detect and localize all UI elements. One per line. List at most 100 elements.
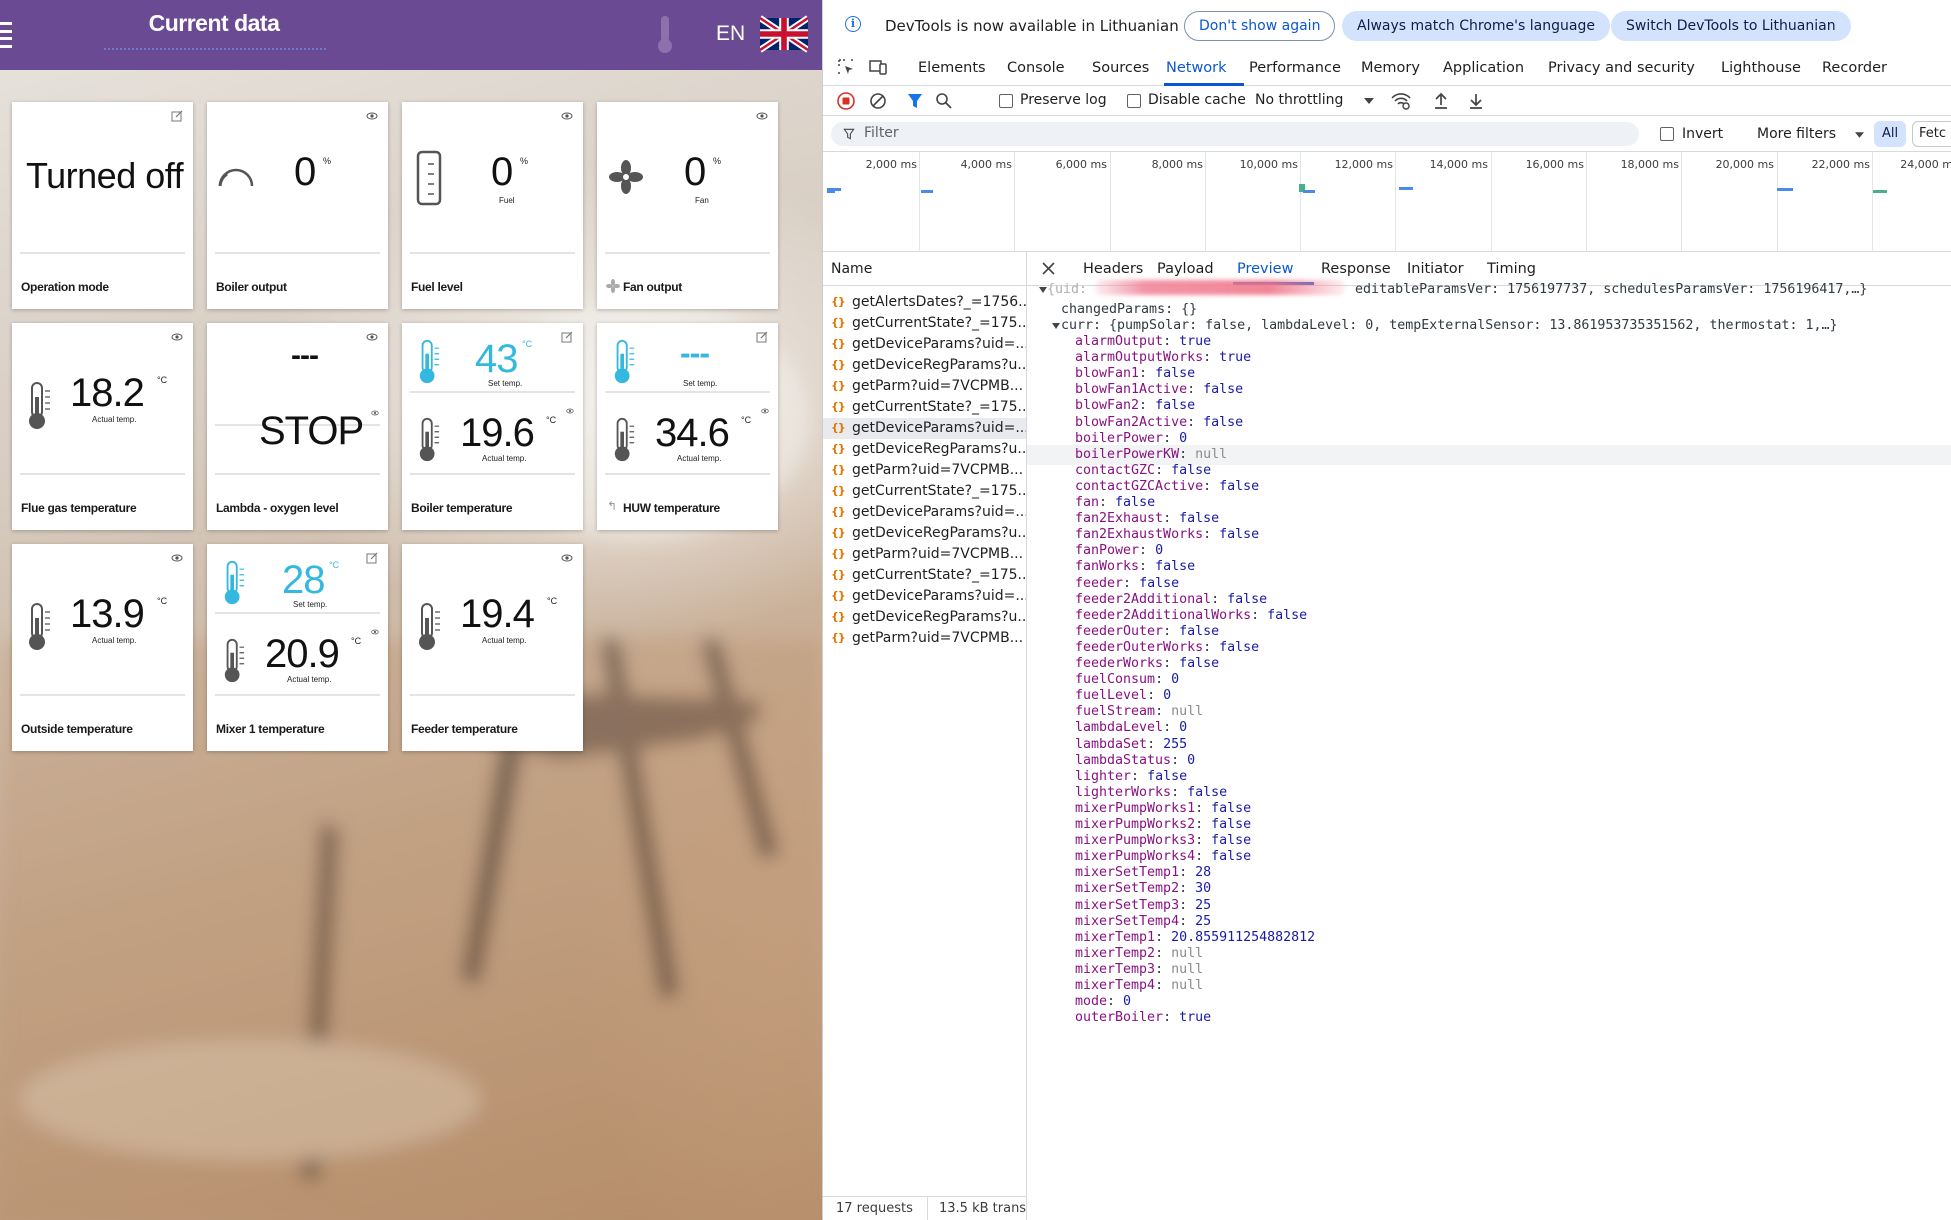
tab-network[interactable]: Network	[1166, 60, 1227, 76]
tab-payload[interactable]: Payload	[1157, 261, 1214, 277]
more-filters-dropdown[interactable]: More filters	[1757, 126, 1836, 142]
uk-flag-icon[interactable]	[760, 14, 808, 54]
request-row[interactable]: {} getCurrentState?_=175...	[823, 481, 1026, 502]
request-row[interactable]: {} getParm?uid=7VCPMB...	[823, 376, 1026, 397]
eye-icon[interactable]	[370, 628, 380, 636]
tab-application[interactable]: Application	[1443, 60, 1524, 76]
card-boiler-temperature[interactable]: 43 °C Set temp. 19.6 °C Actual temp. Boi…	[402, 323, 583, 530]
card-flue-gas-temperature[interactable]: 18.2 °C Actual temp. Flue gas temperatur…	[12, 323, 193, 530]
request-row[interactable]: {} getDeviceParams?uid=...	[823, 586, 1026, 607]
fuel-tank-icon	[416, 150, 442, 206]
eye-icon[interactable]	[760, 407, 770, 415]
eye-icon[interactable]	[366, 331, 378, 343]
tab-console[interactable]: Console	[1007, 60, 1065, 76]
edit-icon[interactable]	[561, 331, 573, 343]
tab-performance[interactable]: Performance	[1249, 60, 1341, 76]
network-conditions-icon[interactable]	[1391, 92, 1411, 110]
filter-all-button[interactable]: All	[1874, 121, 1906, 147]
expand-caret-icon[interactable]	[1039, 287, 1047, 293]
eye-icon[interactable]	[171, 552, 183, 564]
disable-cache-checkbox[interactable]	[1127, 94, 1141, 108]
name-column-header[interactable]: Name	[823, 252, 1027, 286]
property-key: mixerSetTemp2	[1075, 881, 1180, 897]
card-outside-temperature[interactable]: 13.9 °C Actual temp. Outside temperature	[12, 544, 193, 751]
card-operation-mode[interactable]: Turned off Operation mode	[12, 102, 193, 309]
request-row[interactable]: {} getDeviceRegParams?u...	[823, 355, 1026, 376]
tab-headers[interactable]: Headers	[1083, 261, 1143, 277]
switch-devtools-language-button[interactable]: Switch DevTools to Lithuanian	[1611, 11, 1851, 41]
inspect-element-icon[interactable]	[837, 58, 855, 76]
tab-timing[interactable]: Timing	[1487, 261, 1536, 277]
request-row[interactable]: {} getCurrentState?_=175...	[823, 565, 1026, 586]
chevron-down-icon[interactable]	[1364, 98, 1374, 104]
filter-input[interactable]: Filter	[831, 122, 1639, 146]
unit-label: %	[520, 156, 529, 166]
dont-show-again-button[interactable]: Don't show again	[1184, 11, 1336, 41]
edit-icon[interactable]	[366, 552, 378, 564]
tab-recorder[interactable]: Recorder	[1822, 60, 1887, 76]
filter-funnel-icon[interactable]	[907, 92, 923, 110]
request-row[interactable]: {} getCurrentState?_=175...	[823, 313, 1026, 334]
property-value: false	[1219, 639, 1260, 655]
request-row[interactable]: {} getParm?uid=7VCPMB...	[823, 544, 1026, 565]
eye-icon[interactable]	[171, 331, 183, 343]
export-har-icon[interactable]	[1468, 92, 1484, 110]
card-lambda-oxygen-level[interactable]: --- STOP Lambda - oxygen level	[207, 323, 388, 530]
request-row[interactable]: {} getParm?uid=7VCPMB...	[823, 460, 1026, 481]
preserve-log-checkbox[interactable]	[999, 94, 1013, 108]
expand-caret-icon[interactable]	[1052, 323, 1060, 329]
close-icon[interactable]	[1042, 262, 1055, 275]
card-caption: Operation mode	[21, 280, 109, 294]
card-fan-output[interactable]: 0 % Fan Fan output	[597, 102, 778, 309]
request-row[interactable]: {} getDeviceParams?uid=...	[823, 334, 1026, 355]
filter-fetch-button[interactable]: Fetc	[1912, 121, 1951, 147]
eye-icon[interactable]	[756, 110, 768, 122]
card-huw-temperature[interactable]: --- Set temp. 34.6 °C Actual temp. ↰ HUW…	[597, 323, 778, 530]
tab-memory[interactable]: Memory	[1361, 60, 1420, 76]
request-row[interactable]: {} getDeviceParams?uid=...	[823, 502, 1026, 523]
request-row[interactable]: {} getDeviceRegParams?u...	[823, 439, 1026, 460]
request-name: getParm?uid=7VCPMB...	[852, 378, 1024, 394]
tab-sources[interactable]: Sources	[1092, 60, 1149, 76]
edit-icon[interactable]	[171, 110, 183, 122]
language-code[interactable]: EN	[716, 22, 745, 46]
import-har-icon[interactable]	[1433, 92, 1449, 110]
tab-elements[interactable]: Elements	[918, 60, 986, 76]
request-row[interactable]: {} getDeviceRegParams?u...	[823, 607, 1026, 628]
request-row[interactable]: {} getParm?uid=7VCPMB...	[823, 628, 1026, 649]
property-value: 0	[1171, 672, 1180, 688]
request-row[interactable]: {} getDeviceRegParams?u...	[823, 523, 1026, 544]
request-row[interactable]: {} getAlertsDates?_=1756...	[823, 292, 1026, 313]
eye-icon[interactable]	[561, 110, 573, 122]
tab-privacy-and-security[interactable]: Privacy and security	[1548, 60, 1695, 76]
edit-icon[interactable]	[756, 331, 768, 343]
record-stop-icon[interactable]	[837, 92, 855, 110]
card-feeder-temperature[interactable]: 19.4 °C Actual temp. Feeder temperature	[402, 544, 583, 751]
preview-root-object[interactable]: {uid: editableParamsVer: 1756197737, sch…	[1027, 280, 1951, 300]
card-boiler-output[interactable]: 0 % Boiler output	[207, 102, 388, 309]
card-mixer-1-temperature[interactable]: 28 °C Set temp. 20.9 °C Actual temp. Mix…	[207, 544, 388, 751]
preview-property[interactable]: outerBoiler: true	[1027, 1008, 1951, 1028]
clear-icon[interactable]	[869, 92, 887, 110]
eye-icon[interactable]	[366, 110, 378, 122]
eye-icon[interactable]	[370, 409, 380, 417]
tab-initiator[interactable]: Initiator	[1407, 261, 1464, 277]
eye-icon[interactable]	[561, 552, 573, 564]
search-icon[interactable]	[935, 92, 953, 110]
card-fuel-level[interactable]: 0 % Fuel Fuel level	[402, 102, 583, 309]
throttling-select[interactable]: No throttling	[1255, 92, 1343, 108]
request-row[interactable]: {} getCurrentState?_=175...	[823, 397, 1026, 418]
tab-lighthouse[interactable]: Lighthouse	[1721, 60, 1801, 76]
always-match-language-button[interactable]: Always match Chrome's language	[1342, 11, 1610, 41]
set-unit-label: °C	[522, 339, 533, 349]
invert-checkbox[interactable]	[1660, 127, 1674, 141]
request-row[interactable]: {} getDeviceParams?uid=...	[823, 418, 1026, 439]
eye-icon[interactable]	[565, 407, 575, 415]
request-name: getDeviceParams?uid=...	[852, 504, 1026, 520]
unit-label: °C	[157, 375, 168, 385]
tab-response[interactable]: Response	[1321, 261, 1391, 277]
device-toolbar-icon[interactable]	[869, 58, 887, 76]
network-timeline-overview[interactable]: 2,000 ms 4,000 ms 6,000 ms 8,000 ms 10,0…	[823, 152, 1951, 252]
network-toolbar: Preserve log Disable cache No throttling	[823, 86, 1951, 116]
tab-preview[interactable]: Preview	[1237, 261, 1293, 277]
